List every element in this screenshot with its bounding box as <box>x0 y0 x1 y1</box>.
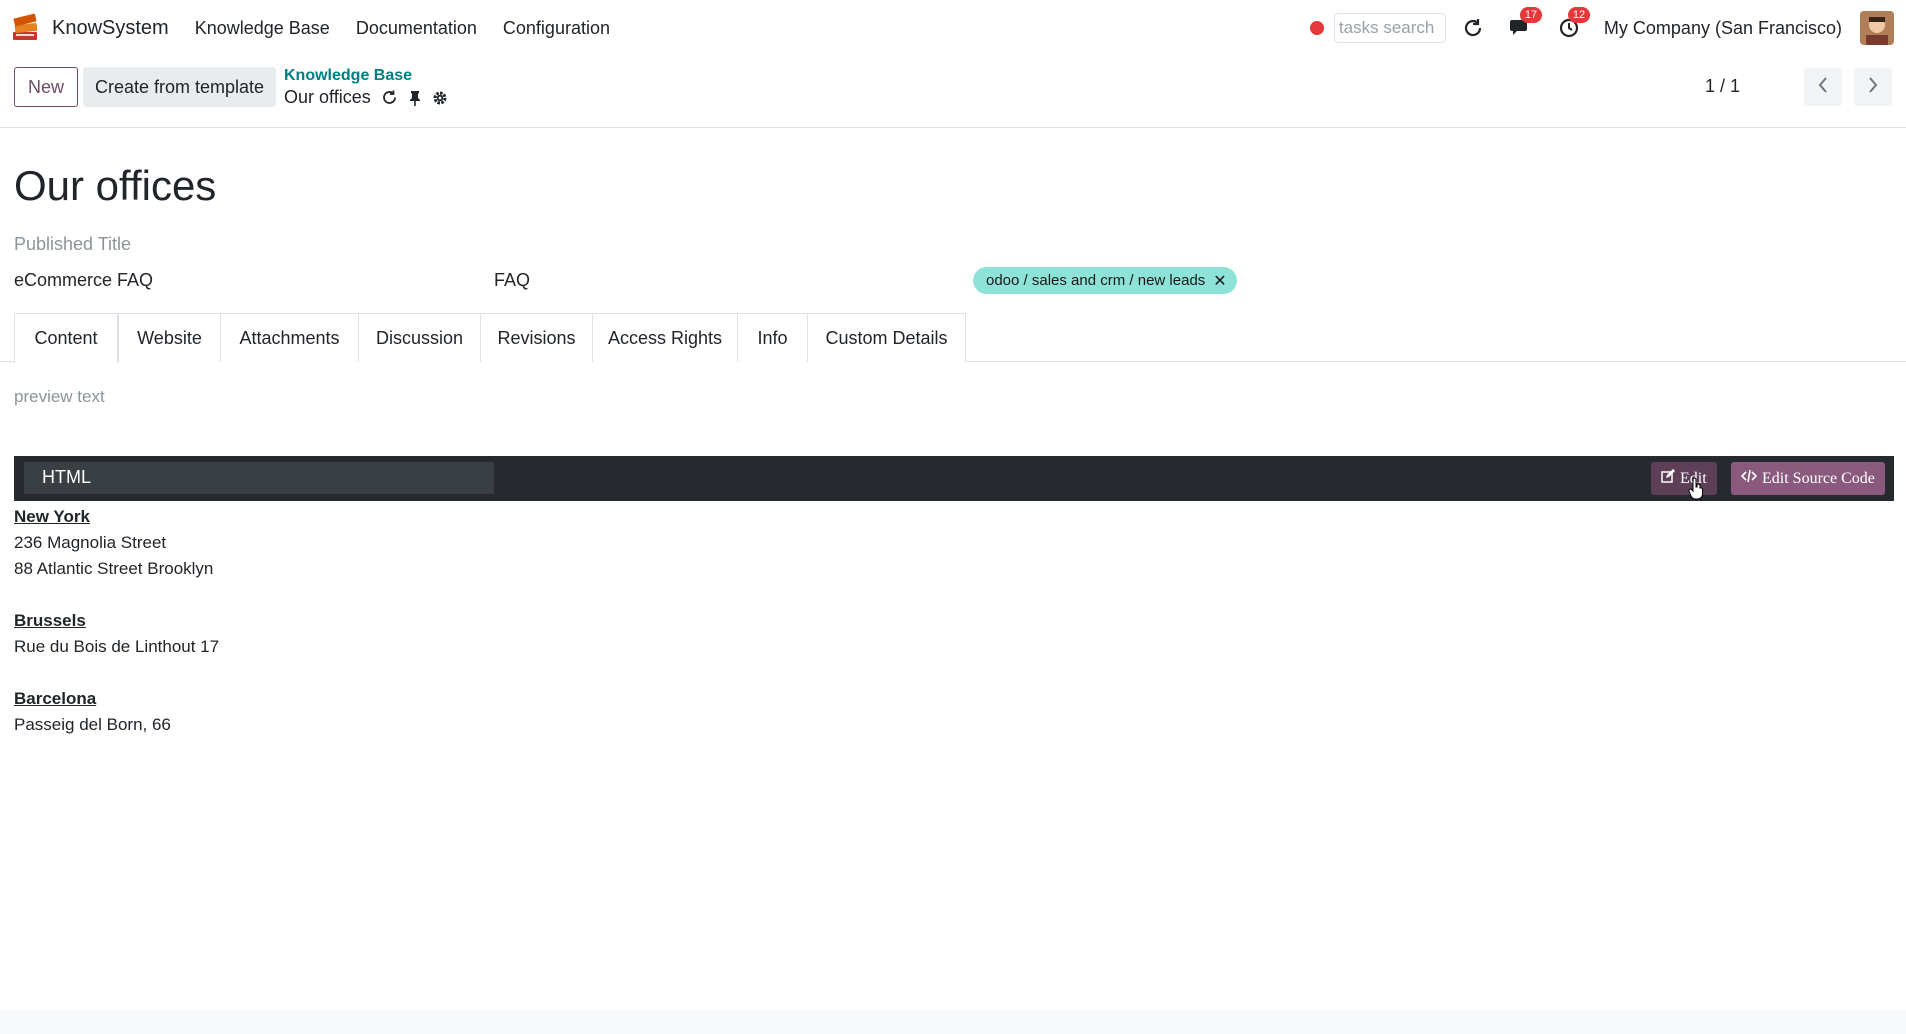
published-title-field[interactable]: Published Title <box>14 234 131 255</box>
app-brand[interactable]: KnowSystem <box>10 12 169 44</box>
main-menu: Knowledge Base Documentation Configurati… <box>195 18 636 39</box>
new-button[interactable]: New <box>14 67 79 107</box>
office-block: Barcelona Passeig del Born, 66 <box>14 686 219 738</box>
article-body[interactable]: New York 236 Magnolia Street 88 Atlantic… <box>14 504 219 764</box>
pin-icon[interactable] <box>408 90 422 106</box>
tab-revisions[interactable]: Revisions <box>480 313 593 362</box>
breadcrumb-current-label: Our offices <box>284 87 371 107</box>
tab-website[interactable]: Website <box>118 313 221 362</box>
edit-icon <box>1661 469 1680 488</box>
mouse-pointer-icon <box>1688 477 1704 505</box>
office-block: New York 236 Magnolia Street 88 Atlantic… <box>14 504 219 582</box>
edit-source-code-label: Edit Source Code <box>1762 469 1875 487</box>
tab-content[interactable]: Content <box>14 313 118 363</box>
tab-custom-details[interactable]: Custom Details <box>807 313 966 362</box>
office-address-line: Rue du Bois de Linthout 17 <box>14 637 220 656</box>
top-navbar: KnowSystem Knowledge Base Documentation … <box>0 0 1906 56</box>
record-indicator-icon[interactable] <box>1309 21 1324 35</box>
navbar-systray: 17 12 My Company (San Francisco) <box>1309 0 1906 56</box>
tab-attachments[interactable]: Attachments <box>220 313 359 362</box>
article-title[interactable]: Our offices <box>14 162 216 210</box>
edit-button[interactable]: Edit <box>1651 462 1717 495</box>
page-footer-band <box>0 1010 1906 1034</box>
edit-source-code-button[interactable]: Edit Source Code <box>1731 462 1885 495</box>
chevron-left-icon <box>1817 76 1829 99</box>
books-logo-icon <box>10 12 42 44</box>
refresh-icon[interactable] <box>1460 15 1486 41</box>
menu-knowledge-base[interactable]: Knowledge Base <box>195 18 330 39</box>
office-address-line: Passeig del Born, 66 <box>14 715 171 734</box>
code-icon <box>1740 469 1762 488</box>
remove-tag-icon[interactable]: ✕ <box>1213 271 1226 291</box>
notebook-tabs: Content Website Attachments Discussion R… <box>0 313 1906 363</box>
tasks-search-input[interactable] <box>1333 13 1446 43</box>
tab-discussion[interactable]: Discussion <box>358 313 481 362</box>
pager-next-button[interactable] <box>1854 68 1892 106</box>
breadcrumb-parent[interactable]: Knowledge Base <box>284 67 412 85</box>
menu-configuration[interactable]: Configuration <box>503 18 610 39</box>
preview-text-field[interactable]: preview text <box>14 387 105 407</box>
section-field[interactable]: eCommerce FAQ <box>14 270 153 291</box>
office-city: Barcelona <box>14 689 97 708</box>
activities-clock-icon[interactable]: 12 <box>1556 7 1591 41</box>
control-panel: New Create from template Knowledge Base … <box>0 56 1906 128</box>
messages-count-badge: 17 <box>1519 7 1543 23</box>
pager-value[interactable]: 1 / 1 <box>1705 76 1740 97</box>
create-from-template-button[interactable]: Create from template <box>83 67 277 107</box>
tag-label: odoo / sales and crm / new leads <box>986 272 1206 289</box>
tab-info[interactable]: Info <box>737 313 808 362</box>
company-switcher[interactable]: My Company (San Francisco) <box>1604 18 1842 39</box>
breadcrumb-current: Our offices <box>284 87 448 108</box>
sync-icon[interactable] <box>381 89 398 106</box>
app-name: KnowSystem <box>52 16 169 39</box>
editor-mode-select[interactable]: HTML <box>24 462 494 494</box>
activities-count-badge: 12 <box>1567 7 1591 23</box>
user-avatar[interactable] <box>1860 11 1894 45</box>
office-block: Brussels Rue du Bois de Linthout 17 <box>14 608 219 660</box>
tab-access-rights[interactable]: Access Rights <box>592 313 738 362</box>
office-address-line: 236 Magnolia Street <box>14 533 167 552</box>
office-city: New York <box>14 507 90 526</box>
pager-previous-button[interactable] <box>1804 68 1842 106</box>
menu-documentation[interactable]: Documentation <box>356 18 477 39</box>
gear-icon[interactable] <box>432 90 448 106</box>
html-editor-toolbar: HTML Edit Edit Source Code <box>14 456 1894 501</box>
chevron-right-icon <box>1867 76 1879 99</box>
messages-icon[interactable]: 17 <box>1508 7 1543 41</box>
office-city: Brussels <box>14 611 86 630</box>
type-field[interactable]: FAQ <box>494 270 530 291</box>
office-address-line: 88 Atlantic Street Brooklyn <box>14 559 214 578</box>
tag-chip: odoo / sales and crm / new leads ✕ <box>973 267 1237 294</box>
